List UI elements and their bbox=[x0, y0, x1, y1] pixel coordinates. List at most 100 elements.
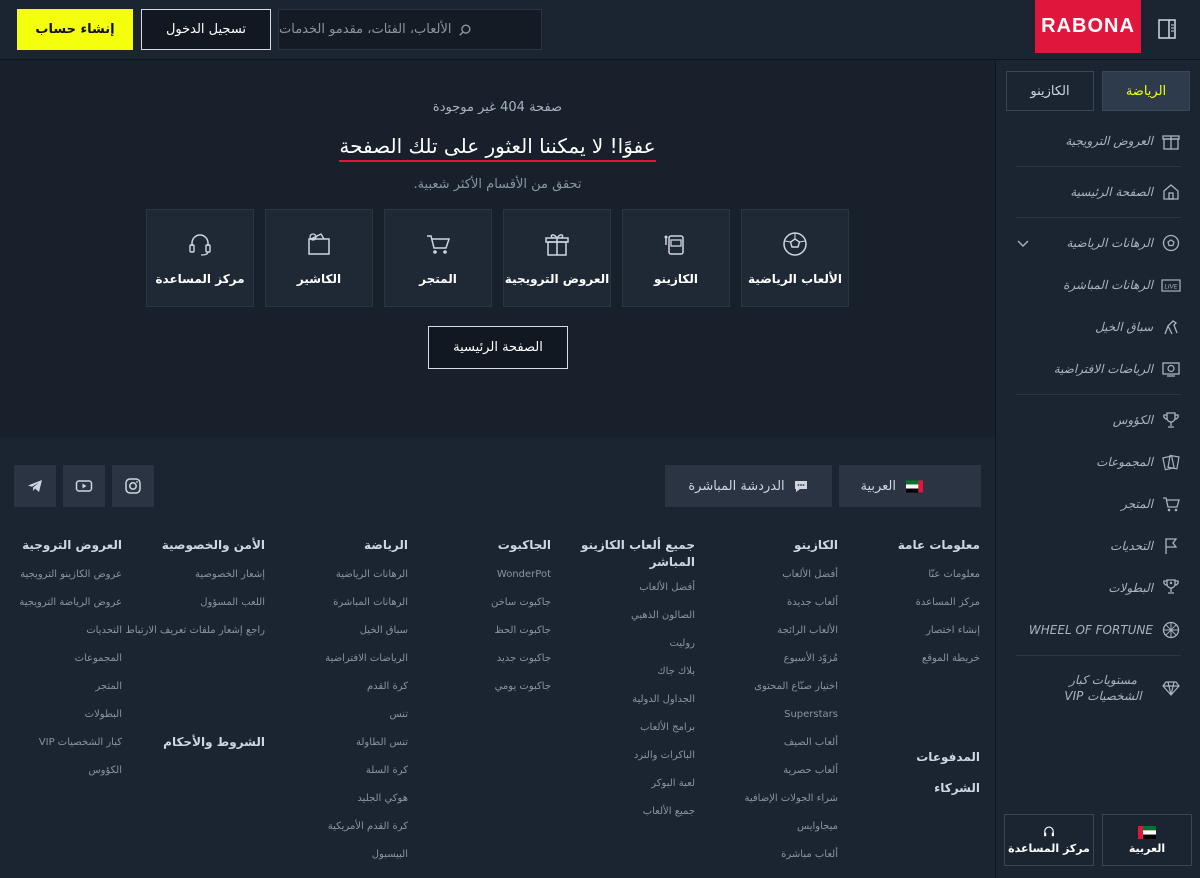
chevron-down-icon[interactable] bbox=[1016, 236, 1030, 250]
footer-link[interactable]: إنشاء اختصار bbox=[830, 624, 980, 652]
sidebar-item-shop[interactable]: المتجر bbox=[996, 483, 1200, 525]
card-sports[interactable]: الألعاب الرياضية bbox=[741, 209, 849, 307]
instagram-button[interactable] bbox=[112, 465, 154, 507]
home-page-button[interactable]: الصفحة الرئيسية bbox=[428, 326, 568, 369]
footer-link[interactable]: تنس bbox=[258, 708, 408, 736]
card-promotions[interactable]: العروض الترويجية bbox=[503, 209, 611, 307]
card-shop[interactable]: المتجر bbox=[384, 209, 492, 307]
footer-link[interactable]: المتجر bbox=[0, 680, 122, 708]
footer-link[interactable]: اللعب المسؤول bbox=[115, 596, 265, 624]
footer-column-sports: الرياضة الرهانات الرياضية الرهانات المبا… bbox=[258, 537, 408, 876]
footer-link[interactable]: برامج الألعاب bbox=[545, 721, 695, 749]
search-placeholder: الألعاب، الفئات، مقدمو الخدمات bbox=[279, 22, 452, 37]
footer-link[interactable]: راجع إشعار ملفات تعريف الارتباط bbox=[115, 624, 265, 666]
footer-section-terms[interactable]: الشروط والأحكام bbox=[115, 734, 265, 751]
footer-link[interactable]: المجموعات bbox=[0, 652, 122, 680]
medal-icon bbox=[1163, 579, 1179, 594]
footer-link[interactable]: الباكرات والنرد bbox=[545, 749, 695, 777]
sidebar-item-home[interactable]: الصفحة الرئيسية bbox=[996, 171, 1200, 213]
footer-link[interactable]: ألعاب حصرية bbox=[688, 764, 838, 792]
sidebar-tabs: الرياضة الكازينو bbox=[1006, 71, 1190, 111]
footer-link[interactable]: الألعاب الرائجة bbox=[688, 624, 838, 652]
sidebar-item-challenges[interactable]: التحديات bbox=[996, 525, 1200, 567]
sidebar-item-promotions[interactable]: العروض الترويجية bbox=[996, 120, 1200, 162]
sidebar-item-virtual-sports[interactable]: الرياضات الافتراضية bbox=[996, 348, 1200, 390]
footer-link[interactable]: جاكبوت الحظ bbox=[401, 624, 551, 652]
footer-link[interactable]: الكؤوس bbox=[0, 764, 122, 792]
footer-link[interactable]: جاكبوت يومي bbox=[401, 680, 551, 708]
card-cashier[interactable]: الكاشير bbox=[265, 209, 373, 307]
footer-link[interactable]: ألعاب جديدة bbox=[688, 596, 838, 624]
footer-section-payments[interactable]: المدفوعات bbox=[830, 749, 980, 766]
footer-link[interactable]: ألعاب مباشرة bbox=[688, 848, 838, 876]
slot-machine-icon bbox=[664, 235, 684, 255]
footer-link[interactable]: اختيار صنّاع المحتوى bbox=[688, 680, 838, 708]
sidebar-item-cups[interactable]: الكؤوس bbox=[996, 399, 1200, 441]
sidebar-item-wheel-of-fortune[interactable]: WHEEL OF FORTUNE bbox=[996, 609, 1200, 651]
footer-link[interactable]: ألعاب الصيف bbox=[688, 736, 838, 764]
sidebar-item-sports-betting[interactable]: الرهانات الرياضية bbox=[996, 222, 1200, 264]
footer-link[interactable]: تنس الطاولة bbox=[258, 736, 408, 764]
search-input[interactable]: الألعاب، الفئات، مقدمو الخدمات bbox=[278, 9, 542, 50]
sidebar-item-horse-racing[interactable]: سباق الخيل bbox=[996, 306, 1200, 348]
footer-link[interactable]: مُزوّد الأسبوع bbox=[688, 652, 838, 680]
footer-column-title: معلومات عامة bbox=[897, 538, 980, 552]
footer-link[interactable]: البطولات bbox=[0, 708, 122, 736]
footer-link[interactable]: الجداول الدولية bbox=[545, 693, 695, 721]
footer-link[interactable]: أفضل الألعاب bbox=[688, 568, 838, 596]
sidebar-item-label: المجموعات bbox=[1096, 455, 1153, 469]
footer-link[interactable]: الرهانات المباشرة bbox=[258, 596, 408, 624]
footer-link[interactable]: كرة القدم bbox=[258, 680, 408, 708]
footer-link[interactable]: الرهانات الرياضية bbox=[258, 568, 408, 596]
sidebar-item-live-betting[interactable]: LIVE الرهانات المباشرة bbox=[996, 264, 1200, 306]
footer-link[interactable]: الصالون الذهبي bbox=[545, 609, 695, 637]
footer-link[interactable]: كرة القدم الأمريكية bbox=[258, 820, 408, 848]
footer-link[interactable]: لعبة البوكر bbox=[545, 777, 695, 805]
footer-link[interactable]: أفضل الألعاب bbox=[545, 581, 695, 609]
footer-link[interactable]: عروض الرياضة الترويجية bbox=[0, 596, 122, 624]
footer-link[interactable]: جاكبوت جديد bbox=[401, 652, 551, 680]
tab-casino[interactable]: الكازينو bbox=[1006, 71, 1094, 111]
footer-link[interactable]: بلاك جاك bbox=[545, 665, 695, 693]
footer-section-partners[interactable]: الشركاء bbox=[830, 780, 980, 797]
help-center-button[interactable]: مركز المساعدة bbox=[1004, 814, 1094, 866]
signup-button[interactable]: إنشاء حساب bbox=[17, 9, 133, 50]
footer-language-button[interactable]: العربية bbox=[839, 465, 981, 507]
sidebar-item-label: مستويات كبار الشخصيات VIP bbox=[1064, 673, 1142, 703]
footer-link[interactable]: ميجاوايس bbox=[688, 820, 838, 848]
footer-link[interactable]: البيسبول bbox=[258, 848, 408, 876]
language-button[interactable]: العربية bbox=[1102, 814, 1192, 866]
footer-link[interactable]: Superstars bbox=[688, 708, 838, 736]
footer-link[interactable]: كبار الشخصيات VIP bbox=[0, 736, 122, 764]
footer-link[interactable]: جميع الألعاب bbox=[545, 805, 695, 833]
footer-link[interactable]: معلومات عنّا bbox=[830, 568, 980, 596]
footer-link[interactable]: روليت bbox=[545, 637, 695, 665]
divider bbox=[1016, 166, 1181, 167]
footer-link[interactable]: عروض الكازينو الترويجية bbox=[0, 568, 122, 596]
footer-link[interactable]: هوكي الجليد bbox=[258, 792, 408, 820]
footer-column-live-casino: جميع ألعاب الكازينو المباشر أفضل الألعاب… bbox=[545, 537, 695, 833]
sidebar-item-collections[interactable]: المجموعات bbox=[996, 441, 1200, 483]
live-chat-button[interactable]: الدردشة المباشرة bbox=[665, 465, 832, 507]
footer-link[interactable]: WonderPot bbox=[401, 568, 551, 596]
login-button[interactable]: تسجيل الدخول bbox=[141, 9, 271, 50]
footer-link[interactable]: خريطة الموقع bbox=[830, 652, 980, 680]
tab-sports[interactable]: الرياضة bbox=[1102, 71, 1190, 111]
footer-link[interactable]: شراء الجولات الإضافية bbox=[688, 792, 838, 820]
footer-link[interactable]: الرياضات الافتراضية bbox=[258, 652, 408, 680]
sidebar-item-tournaments[interactable]: البطولات bbox=[996, 567, 1200, 609]
footer-link[interactable]: إشعار الخصوصية bbox=[115, 568, 265, 596]
footer-link[interactable]: مركز المساعدة bbox=[830, 596, 980, 624]
footer-link[interactable]: كرة السلة bbox=[258, 764, 408, 792]
card-help-center[interactable]: مركز المساعدة bbox=[146, 209, 254, 307]
rabona-logo[interactable]: RABONA bbox=[1035, 0, 1141, 53]
footer-link[interactable]: التحديات bbox=[0, 624, 122, 652]
card-casino[interactable]: الكازينو bbox=[622, 209, 730, 307]
sidebar-item-label: البطولات bbox=[1108, 581, 1153, 595]
sidebar-toggle-icon[interactable] bbox=[1158, 19, 1176, 39]
footer-link[interactable]: جاكبوت ساخن bbox=[401, 596, 551, 624]
sidebar-item-vip-levels[interactable]: مستويات كبار الشخصيات VIP bbox=[996, 660, 1200, 716]
youtube-button[interactable] bbox=[63, 465, 105, 507]
footer-link[interactable]: سباق الخيل bbox=[258, 624, 408, 652]
telegram-button[interactable] bbox=[14, 465, 56, 507]
